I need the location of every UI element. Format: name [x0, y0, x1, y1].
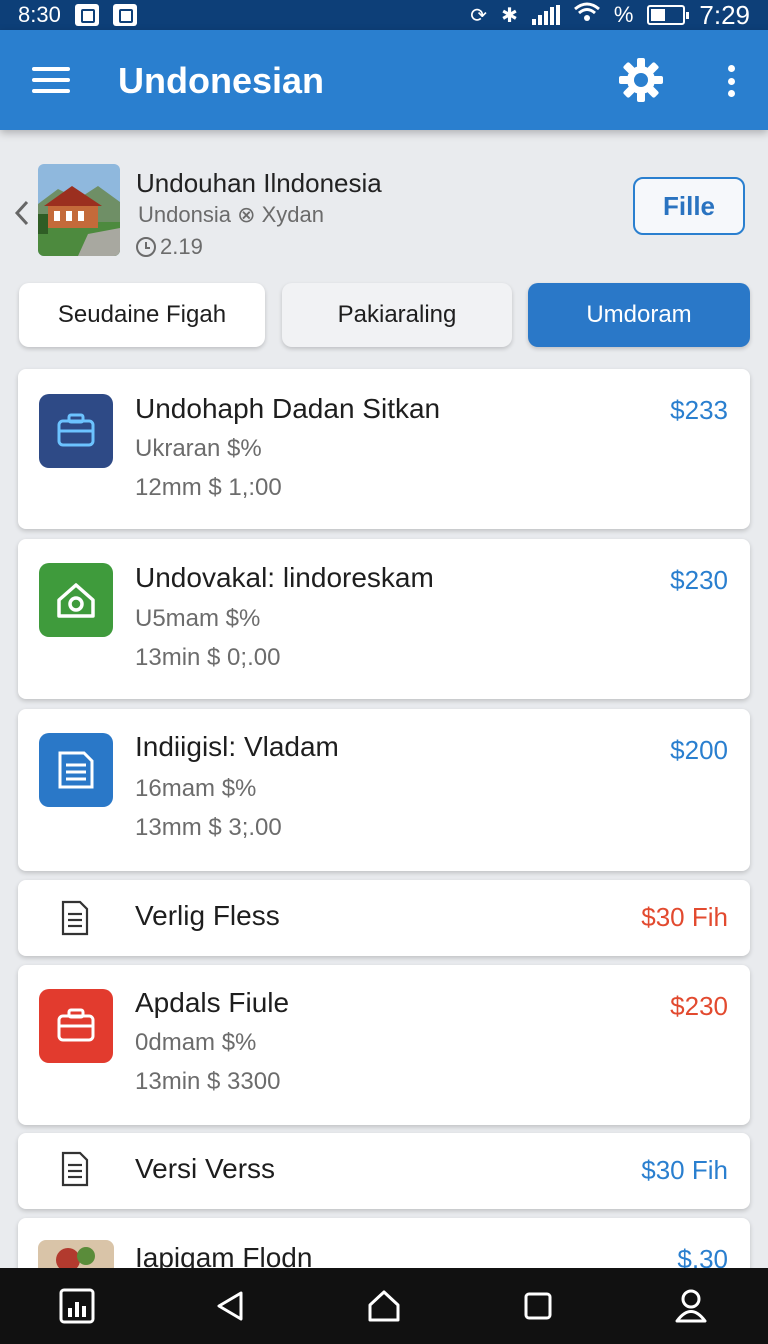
recents-icon[interactable]: [508, 1281, 568, 1331]
system-nav-bar: [0, 1268, 768, 1344]
item-subtitle: 0dmam $%: [135, 1029, 257, 1056]
item-title: Apdals Fiule: [135, 987, 290, 1018]
notification-icon-2: [112, 4, 137, 26]
list-item[interactable]: Undovakal: lindoreskam U5mam $% 13min $ …: [18, 539, 750, 699]
header-count-value: 2.19: [160, 234, 203, 259]
item-price: $230: [670, 991, 728, 1021]
briefcase-icon: [39, 394, 113, 468]
page-title: Undonesian: [118, 60, 325, 101]
item-subtitle: U5mam $%: [135, 605, 261, 632]
item-detail: 13min $ 3300: [135, 1068, 281, 1095]
item-price: $230: [670, 565, 728, 595]
item-title: Indiigisl: Vladam: [135, 731, 339, 762]
gear-icon[interactable]: [618, 57, 664, 103]
item-title: Versi Verss: [135, 1153, 276, 1184]
header-title: Undouhan Ilndonesia: [136, 168, 382, 198]
signal-icon: [531, 5, 560, 25]
status-bar: 8:30 ⟳ ✱ % 7:29: [0, 0, 768, 30]
hamburger-icon[interactable]: [32, 67, 70, 93]
file-icon: [60, 900, 90, 936]
header-count: 2.19: [136, 234, 203, 260]
app-bar: Undonesian: [0, 30, 768, 130]
document-icon: [39, 733, 113, 807]
segment-pakiaraling[interactable]: Pakiaraling: [282, 283, 512, 347]
back-icon[interactable]: [200, 1281, 260, 1331]
status-time-right: 7:29: [699, 0, 750, 30]
home-icon[interactable]: [354, 1281, 414, 1331]
item-subtitle: Ukraran $%: [135, 435, 262, 462]
briefcase-icon: [39, 989, 113, 1063]
notification-icon: [74, 4, 99, 26]
item-price: $30 Fih: [641, 902, 728, 932]
clock-icon: [136, 237, 156, 257]
battery-percent: %: [613, 2, 634, 27]
item-price: $233: [670, 395, 728, 425]
list-item[interactable]: Verlig Fless $30 Fih: [18, 880, 750, 956]
item-subtitle: 16mam $%: [135, 775, 257, 802]
chevron-left-icon[interactable]: [12, 198, 32, 228]
list-item[interactable]: Apdals Fiule 0dmam $% 13min $ 3300 $230: [18, 965, 750, 1125]
item-title: Verlig Fless: [135, 900, 280, 931]
profile-icon[interactable]: [661, 1281, 721, 1331]
home-icon: [39, 563, 113, 637]
battery-icon: [647, 5, 690, 25]
item-title: Undohaph Dadan Sitkan: [135, 393, 441, 424]
item-title: Undovakal: lindoreskam: [135, 562, 434, 593]
header-subtitle: Undonsia ⊗ Xydan: [138, 202, 324, 227]
list-item[interactable]: Undohaph Dadan Sitkan Ukraran $% 12mm $ …: [18, 369, 750, 529]
stats-icon[interactable]: [47, 1281, 107, 1331]
sync-icon: ⟳: [470, 4, 488, 27]
item-detail: 12mm $ 1,:00: [135, 474, 282, 501]
item-price: $200: [670, 735, 728, 765]
file-icon: [60, 1151, 90, 1187]
item-price: $30 Fih: [641, 1155, 728, 1185]
more-vert-icon[interactable]: [726, 65, 736, 97]
wifi-icon: [573, 2, 600, 28]
list-item[interactable]: Versi Verss $30 Fih: [18, 1133, 750, 1209]
list-item[interactable]: Indiigisl: Vladam 16mam $% 13mm $ 3;.00 …: [18, 709, 750, 871]
item-detail: 13min $ 0;.00: [135, 644, 281, 671]
file-button[interactable]: Fille: [633, 177, 745, 235]
bluetooth-icon: ✱: [501, 4, 518, 27]
segment-umdoram[interactable]: Umdoram: [528, 283, 750, 347]
segment-seudaine-figah[interactable]: Seudaine Figah: [19, 283, 265, 347]
building-thumbnail: [38, 164, 120, 256]
item-detail: 13mm $ 3;.00: [135, 814, 282, 841]
status-time-left: 8:30: [18, 2, 61, 27]
